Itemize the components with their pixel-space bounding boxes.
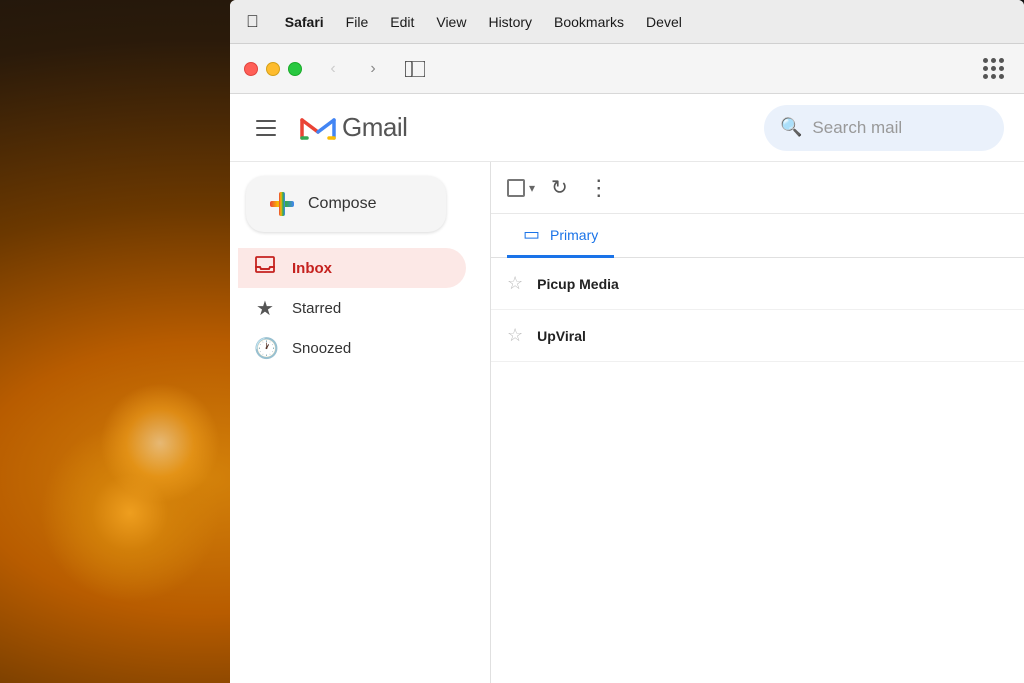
compose-label: Compose — [308, 195, 376, 213]
minimize-button[interactable] — [266, 62, 280, 76]
search-placeholder-text: Search mail — [812, 118, 902, 138]
email-row[interactable]: ☆ Picup Media — [491, 258, 1024, 310]
grid-apps-button[interactable] — [976, 55, 1010, 83]
bookmarks-menu[interactable]: Bookmarks — [554, 14, 624, 30]
view-menu[interactable]: View — [436, 14, 466, 30]
back-button[interactable]: ‹ — [318, 54, 348, 84]
grid-dots-icon — [983, 58, 1004, 79]
search-bar[interactable]: 🔍 Search mail — [764, 105, 1004, 151]
gmail-wordmark: Gmail — [342, 112, 407, 143]
star-button-1[interactable]: ☆ — [507, 273, 523, 294]
history-menu[interactable]: History — [488, 14, 532, 30]
primary-tab-label: Primary — [550, 227, 598, 243]
develop-menu[interactable]: Devel — [646, 14, 682, 30]
fullscreen-button[interactable] — [288, 62, 302, 76]
back-icon: ‹ — [330, 60, 335, 78]
refresh-button[interactable]: ↻ — [547, 171, 572, 204]
search-icon: 🔍 — [780, 117, 802, 138]
gmail-header: Gmail 🔍 Search mail — [230, 94, 1024, 162]
email-list-panel: ▾ ↻ ⋮ ▭ Primary ☆ Pic — [490, 162, 1024, 683]
sidebar-item-starred[interactable]: ★ Starred — [238, 288, 466, 328]
tab-primary[interactable]: ▭ Primary — [507, 214, 614, 258]
traffic-lights — [244, 62, 302, 76]
edit-menu[interactable]: Edit — [390, 14, 414, 30]
primary-tab-icon: ▭ — [523, 224, 540, 245]
email-row[interactable]: ☆ UpViral — [491, 310, 1024, 362]
close-button[interactable] — [244, 62, 258, 76]
gmail-m-icon — [298, 112, 338, 144]
hamburger-menu-button[interactable] — [250, 114, 282, 142]
email-list: ☆ Picup Media ☆ UpViral — [491, 258, 1024, 683]
macos-menubar:  Safari File Edit View History Bookmark… — [230, 0, 1024, 44]
forward-button[interactable]: › — [358, 54, 388, 84]
gmail-sidebar: Compose Inbox ★ Starred 🕐 Snoozed — [230, 162, 490, 683]
browser-screen:  Safari File Edit View History Bookmark… — [230, 0, 1024, 683]
snoozed-label: Snoozed — [292, 340, 351, 357]
browser-toolbar: ‹ › — [230, 44, 1024, 94]
compose-button[interactable]: Compose — [246, 176, 446, 232]
sidebar-toggle-icon — [405, 61, 425, 77]
starred-label: Starred — [292, 300, 341, 317]
sidebar-item-snoozed[interactable]: 🕐 Snoozed — [238, 328, 466, 368]
email-sender-2: UpViral — [537, 328, 657, 344]
email-toolbar: ▾ ↻ ⋮ — [491, 162, 1024, 214]
select-all-checkbox[interactable] — [507, 179, 525, 197]
star-button-2[interactable]: ☆ — [507, 325, 523, 346]
gmail-logo-area: Gmail — [298, 112, 407, 144]
select-dropdown-arrow[interactable]: ▾ — [529, 181, 535, 195]
email-sender-1: Picup Media — [537, 276, 657, 292]
inbox-label: Inbox — [292, 260, 332, 277]
forward-icon: › — [370, 60, 375, 78]
more-options-button[interactable]: ⋮ — [584, 171, 615, 205]
inbox-icon — [254, 255, 276, 281]
star-icon: ★ — [254, 296, 276, 321]
gmail-main: Compose Inbox ★ Starred 🕐 Snoozed — [230, 162, 1024, 683]
sidebar-toggle-button[interactable] — [398, 55, 432, 83]
apple-menu[interactable]:  — [246, 12, 259, 32]
sidebar-item-inbox[interactable]: Inbox — [238, 248, 466, 288]
gmail-content-area: Gmail 🔍 Search mail Compose — [230, 94, 1024, 683]
compose-plus-icon — [270, 192, 294, 216]
select-all-area[interactable]: ▾ — [507, 179, 535, 197]
snoozed-icon: 🕐 — [254, 336, 276, 361]
safari-menu[interactable]: Safari — [285, 14, 324, 30]
inbox-tabs: ▭ Primary — [491, 214, 1024, 258]
file-menu[interactable]: File — [346, 14, 369, 30]
bokeh-glow-2 — [100, 383, 220, 503]
